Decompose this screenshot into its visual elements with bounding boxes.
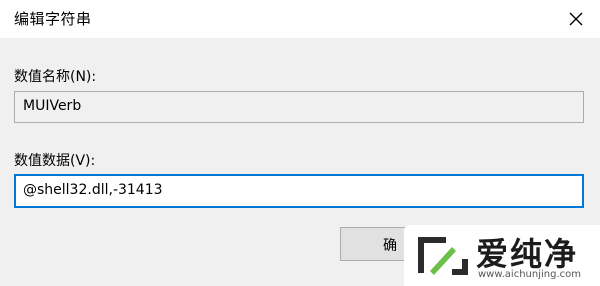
value-data-input[interactable]: @shell32.dll,-31413 bbox=[14, 174, 584, 208]
close-button[interactable] bbox=[562, 5, 590, 33]
window-title: 编辑字符串 bbox=[14, 10, 92, 28]
edit-string-dialog: 编辑字符串 数值名称(N): MUIVerb 数值数据(V): @shell32… bbox=[0, 0, 600, 286]
brand-logo-icon bbox=[418, 237, 468, 275]
value-name-field[interactable]: MUIVerb bbox=[14, 91, 584, 123]
close-icon bbox=[569, 12, 583, 26]
value-name-label: 数值名称(N): bbox=[14, 69, 97, 85]
title-bar: 编辑字符串 bbox=[0, 0, 600, 38]
watermark: 爱纯净 www.aichunjing.com bbox=[404, 225, 600, 286]
value-data-label: 数值数据(V): bbox=[14, 153, 96, 169]
watermark-url: www.aichunjing.com bbox=[478, 269, 581, 280]
